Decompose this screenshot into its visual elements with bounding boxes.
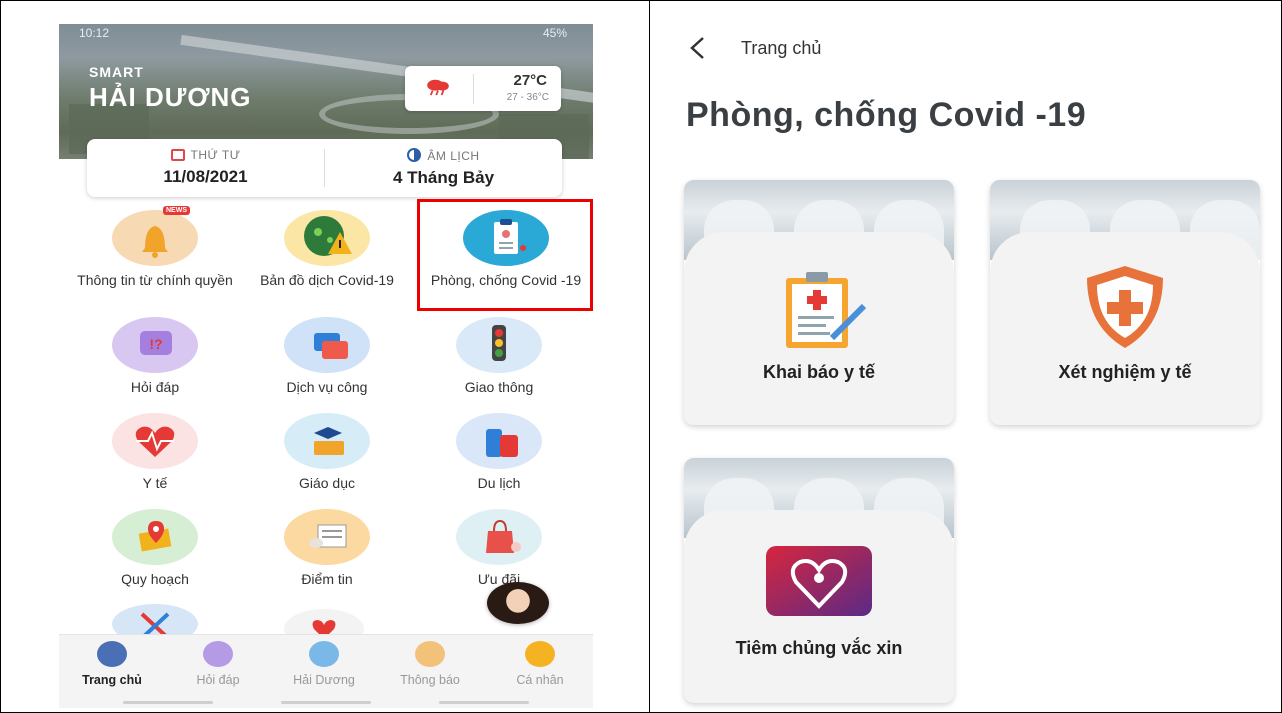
grid-item-label: Điểm tin	[301, 571, 353, 587]
grid-item-y-te[interactable]: Y tế	[70, 413, 240, 491]
traffic-light-icon	[456, 317, 542, 373]
solar-date-value: 11/08/2021	[163, 167, 248, 186]
grid-item-ban-do[interactable]: Bản đồ dịch Covid-19	[242, 210, 412, 288]
home-icon	[97, 641, 127, 667]
page-title: Phòng, chống Covid -19	[686, 96, 1087, 134]
tab-trang-chu[interactable]: Trang chủ	[59, 641, 165, 687]
card-label: Tiêm chủng vắc xin	[735, 638, 903, 658]
temperature: 27°C	[513, 72, 547, 89]
question-chat-icon	[203, 641, 233, 667]
grid-item-label: Thông tin từ chính quyền	[77, 272, 233, 288]
medical-clipboard-icon	[786, 272, 867, 348]
tab-label: Hỏi đáp	[196, 673, 240, 687]
newspaper-icon	[284, 509, 370, 565]
card-label: Khai báo y tế	[762, 362, 876, 382]
status-time: 10:12	[79, 26, 110, 40]
date-card: THỨ TƯ 11/08/2021 ÂM LỊCH 4 Tháng Bảy	[87, 139, 562, 197]
grid-item-label: Hỏi đáp	[130, 379, 180, 395]
grid-item-uu-dai[interactable]: Ưu đãi	[414, 509, 584, 587]
yin-yang-icon	[407, 148, 422, 162]
battery-level: 45%	[542, 26, 567, 40]
calendar-icon	[170, 149, 185, 161]
bell-icon	[415, 641, 445, 667]
brand-city: HẢI DƯƠNG	[89, 82, 252, 112]
card-tiem-chung[interactable]: Tiêm chủng vắc xin	[684, 458, 954, 703]
lunar-label: ÂM LỊCH	[427, 149, 480, 163]
map-pin-icon	[112, 509, 198, 565]
person-icon	[525, 641, 555, 667]
question-chat-icon: !?	[112, 317, 198, 373]
nav-indicator	[439, 701, 529, 704]
vaccine-heart-icon	[766, 546, 872, 616]
card-xet-nghiem-y-te[interactable]: Xét nghiệm y tế	[990, 180, 1260, 425]
temperature-range: 27 - 36°C	[506, 92, 549, 103]
luggage-icon	[456, 413, 542, 469]
bottom-tab-bar: Trang chủ Hỏi đáp Hải Dương Thông báo Cá…	[59, 634, 593, 708]
card-label: Xét nghiệm y tế	[1058, 362, 1192, 382]
breadcrumb[interactable]: Trang chủ	[741, 38, 821, 59]
back-arrow-icon[interactable]	[688, 36, 708, 60]
card-khai-bao-y-te[interactable]: Khai báo y tế	[684, 180, 954, 425]
tab-label: Cá nhân	[516, 673, 564, 687]
grid-item-hoi-dap[interactable]: !? Hỏi đáp	[70, 317, 240, 395]
tab-label: Thông báo	[400, 673, 460, 687]
lunar-date-value: 4 Tháng Bảy	[392, 168, 495, 187]
grid-item-giao-duc[interactable]: Giáo dục	[242, 413, 412, 491]
grid-item-label: Quy hoạch	[121, 571, 189, 587]
nav-indicator	[281, 701, 371, 704]
grid-item-label: Dịch vụ công	[286, 379, 368, 395]
shopping-bag-icon	[456, 509, 542, 565]
grid-item-label: Bản đồ dịch Covid-19	[260, 272, 394, 288]
grid-item-du-lich[interactable]: Du lịch	[414, 413, 584, 491]
grid-item-thong-tin[interactable]: NEWS Thông tin từ chính quyền	[70, 206, 240, 288]
grid-item-label: Y tế	[142, 475, 168, 491]
bell-icon: NEWS	[112, 206, 198, 266]
grid-item-label: Giao thông	[464, 379, 534, 395]
virus-map-icon	[284, 210, 370, 266]
assistant-avatar[interactable]	[487, 582, 549, 624]
city-map-icon	[309, 641, 339, 667]
grid-item-quy-hoach[interactable]: Quy hoạch	[70, 509, 240, 587]
grid-item-label: Giáo dục	[298, 475, 356, 491]
tab-ca-nhan[interactable]: Cá nhân	[487, 641, 593, 687]
medical-shield-icon	[1087, 266, 1163, 348]
service-cards-icon	[284, 317, 370, 373]
grid-item-label: Ưu đãi	[477, 571, 521, 587]
nav-indicator	[123, 701, 213, 704]
panel-divider	[649, 0, 650, 713]
brand-small: SMART	[89, 64, 144, 80]
graduation-icon	[284, 413, 370, 469]
tab-label: Trang chủ	[82, 673, 142, 687]
tab-thong-bao[interactable]: Thông báo	[377, 641, 483, 687]
weekday-label: THỨ TƯ	[190, 148, 241, 162]
rain-cloud-icon	[427, 79, 449, 96]
solar-date: THỨ TƯ 11/08/2021	[87, 139, 324, 197]
weather-widget[interactable]: 27°C 27 - 36°C	[405, 66, 561, 111]
svg-text:!?: !?	[149, 336, 162, 352]
grid-item-label: Du lịch	[477, 475, 521, 491]
lunar-date: ÂM LỊCH 4 Tháng Bảy	[325, 139, 562, 197]
heartbeat-icon	[112, 413, 198, 469]
grid-item-dich-vu-cong[interactable]: Dịch vụ công	[242, 317, 412, 395]
news-badge: NEWS	[163, 206, 190, 215]
tab-hoi-dap[interactable]: Hỏi đáp	[165, 641, 271, 687]
tab-hai-duong[interactable]: Hải Dương	[271, 641, 377, 687]
tab-label: Hải Dương	[293, 673, 355, 687]
home-screen: 10:12 45% SMART HẢI DƯƠNG 27°C 27 - 36°C…	[59, 24, 593, 708]
selection-highlight	[417, 199, 593, 311]
grid-item-diem-tin[interactable]: Điểm tin	[242, 509, 412, 587]
grid-item-giao-thong[interactable]: Giao thông	[414, 317, 584, 395]
